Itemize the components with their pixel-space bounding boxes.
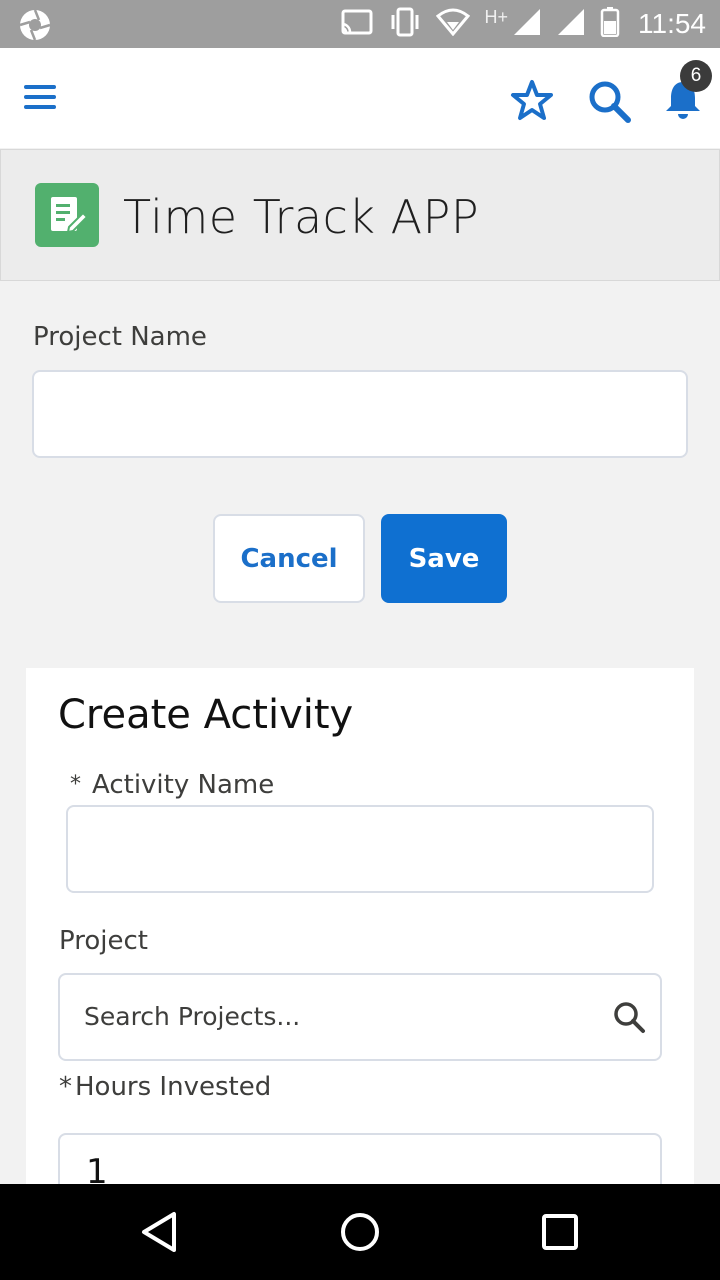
cancel-button[interactable]: Cancel — [213, 514, 365, 603]
project-search-placeholder: Search Projects... — [84, 1002, 301, 1031]
notification-badge: 6 — [680, 60, 712, 92]
hours-invested-label: Hours Invested — [75, 1072, 272, 1102]
app-bar — [0, 48, 720, 148]
clock: 11:54 — [638, 8, 706, 39]
activity-name-label: Activity Name — [92, 770, 275, 800]
search-icon[interactable] — [612, 1000, 646, 1034]
page-header: Time Track APP — [0, 149, 720, 281]
navigation-bar — [0, 1184, 720, 1280]
search-icon[interactable] — [586, 78, 632, 124]
recents-icon[interactable] — [536, 1208, 584, 1256]
status-bar: H+ 11:54 — [0, 0, 720, 48]
project-label: Project — [59, 926, 148, 956]
home-icon[interactable] — [336, 1208, 384, 1256]
network-type: H+ — [484, 6, 508, 27]
cast-icon — [340, 8, 374, 41]
project-name-input[interactable] — [32, 370, 688, 458]
activity-name-input[interactable] — [66, 805, 654, 893]
create-activity-title: Create Activity — [58, 692, 354, 738]
star-icon[interactable] — [510, 78, 554, 122]
aperture-icon — [18, 8, 52, 47]
wifi-icon — [436, 8, 471, 41]
signal-icon — [512, 7, 542, 42]
signal-icon — [556, 7, 586, 42]
page-title: Time Track APP — [123, 190, 480, 244]
back-icon[interactable] — [136, 1208, 184, 1256]
document-edit-icon — [35, 183, 99, 247]
battery-icon — [600, 6, 620, 42]
project-name-label: Project Name — [33, 322, 207, 352]
required-marker: * — [59, 1072, 72, 1102]
save-button[interactable]: Save — [381, 514, 507, 603]
vibrate-icon — [388, 7, 422, 42]
menu-icon[interactable] — [22, 82, 58, 112]
required-marker: * — [70, 772, 81, 797]
